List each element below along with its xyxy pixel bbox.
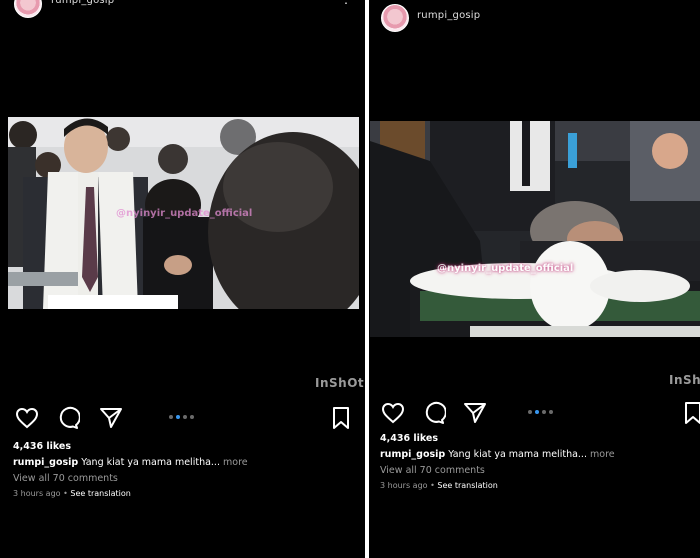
view-comments-link[interactable]: View all 70 comments (380, 465, 692, 476)
action-bar (0, 406, 365, 430)
caption-text: Yang kiat ya mama melitha... (81, 457, 220, 468)
carousel-dots (169, 415, 197, 421)
funeral-photo-right (370, 121, 700, 337)
timestamp: 3 hours ago (13, 489, 61, 498)
view-comments-link[interactable]: View all 70 comments (13, 473, 357, 484)
action-bar (369, 401, 700, 425)
carousel-dot (542, 410, 546, 414)
carousel-dot (190, 415, 194, 419)
avatar[interactable] (14, 0, 42, 18)
more-options-icon[interactable]: ⋮ (340, 0, 352, 6)
share-paper-plane-icon[interactable] (463, 401, 487, 425)
caption-more-link[interactable]: more (590, 449, 615, 460)
carousel-dot (528, 410, 532, 414)
username[interactable]: rumpi_gosip (417, 10, 480, 21)
watermark: @nyinyir_update_official (437, 263, 574, 274)
carousel-dot (549, 410, 553, 414)
see-translation-link[interactable]: See translation (437, 481, 497, 490)
avatar[interactable] (381, 4, 409, 32)
caption-text: Yang kiat ya mama melitha... (448, 449, 587, 460)
right-post: rumpi_gosip @nyinyir_update_official InS… (369, 0, 700, 558)
likes-count[interactable]: 4,436 likes (380, 433, 692, 444)
carousel-dots (528, 410, 556, 416)
post-text: 4,436 likes rumpi_gosip Yang kiat ya mam… (13, 441, 357, 498)
timestamp: 3 hours ago (380, 481, 428, 490)
like-heart-icon[interactable] (381, 401, 405, 425)
caption: rumpi_gosip Yang kiat ya mama melitha...… (13, 457, 357, 468)
watermark: @nyinyir_update_official (116, 208, 253, 219)
caption: rumpi_gosip Yang kiat ya mama melitha...… (380, 449, 692, 460)
post-meta: 3 hours ago • See translation (13, 489, 357, 498)
bookmark-icon[interactable] (329, 406, 353, 430)
post-meta: 3 hours ago • See translation (380, 481, 692, 490)
carousel-dot-active (176, 415, 180, 419)
post-media[interactable]: @nyinyir_update_official (370, 121, 700, 337)
comment-bubble-icon[interactable] (56, 406, 80, 430)
caption-username[interactable]: rumpi_gosip (380, 449, 445, 460)
carousel-dot (169, 415, 173, 419)
post-text: 4,436 likes rumpi_gosip Yang kiat ya mam… (380, 433, 692, 490)
left-post: rumpi_gosip ⋮ (0, 0, 365, 558)
share-paper-plane-icon[interactable] (99, 406, 123, 430)
comment-bubble-icon[interactable] (422, 401, 446, 425)
carousel-dot-active (535, 410, 539, 414)
like-heart-icon[interactable] (15, 406, 39, 430)
bookmark-icon[interactable] (681, 401, 700, 425)
caption-username[interactable]: rumpi_gosip (13, 457, 78, 468)
post-media[interactable]: @nyinyir_update_official (8, 117, 359, 309)
inshot-watermark: InShOt (669, 373, 700, 387)
separator: • (430, 481, 435, 490)
carousel-dot (183, 415, 187, 419)
see-translation-link[interactable]: See translation (70, 489, 130, 498)
caption-more-link[interactable]: more (223, 457, 248, 468)
separator: • (63, 489, 68, 498)
post-header: rumpi_gosip ⋮ (0, 0, 365, 30)
post-header: rumpi_gosip (369, 0, 700, 32)
username[interactable]: rumpi_gosip (51, 0, 114, 6)
likes-count[interactable]: 4,436 likes (13, 441, 357, 452)
inshot-watermark: InShOt (315, 376, 365, 390)
